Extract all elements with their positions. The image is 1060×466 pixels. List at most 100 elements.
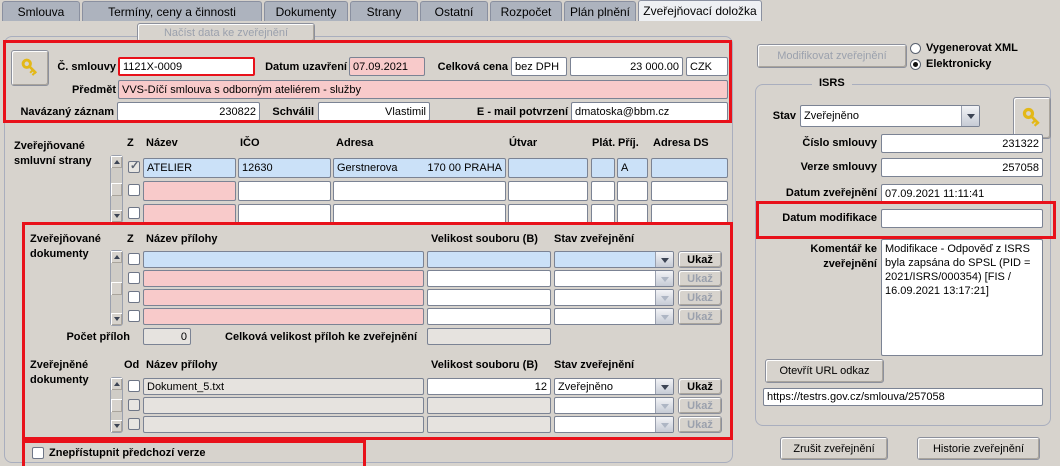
party-plat-field[interactable] xyxy=(591,158,615,178)
publisheddoc-checkbox[interactable] xyxy=(128,380,140,392)
linked-record-field[interactable]: 230822 xyxy=(117,102,260,121)
electronic-radio[interactable] xyxy=(910,59,921,70)
party-ico-field[interactable]: 12630 xyxy=(238,158,331,178)
party-address-field[interactable] xyxy=(333,204,506,224)
email-confirm-field[interactable]: dmatoska@bbm.cz xyxy=(571,102,728,121)
tab-strany[interactable]: Strany xyxy=(350,1,418,21)
isrs-comment-memo[interactable]: Modifikace - Odpověď z ISRS byla zapsána… xyxy=(881,239,1043,356)
pubdoc-checkbox[interactable] xyxy=(128,310,140,322)
chevron-down-icon[interactable] xyxy=(655,379,673,394)
publisheddocs-scrollbar[interactable] xyxy=(110,377,123,433)
party-prij-field[interactable] xyxy=(617,181,648,201)
chevron-down-icon[interactable] xyxy=(655,252,673,267)
party-ico-field[interactable] xyxy=(238,204,331,224)
publisheddoc-name-field[interactable] xyxy=(143,397,424,414)
chevron-down-icon[interactable] xyxy=(961,106,979,126)
modify-publication-button[interactable]: Modifikovat zveřejnění xyxy=(757,44,907,68)
url-field[interactable]: https://testrs.gov.cz/smlouva/257058 xyxy=(763,388,1043,406)
pubdocs-scrollbar[interactable] xyxy=(110,250,123,326)
generate-xml-radio[interactable] xyxy=(910,43,921,54)
scrollbar-thumb[interactable] xyxy=(111,281,122,295)
publisheddoc-show-button[interactable]: Ukaž xyxy=(678,378,722,395)
party-prij-field[interactable] xyxy=(617,204,648,224)
party-adresa-ds-field[interactable] xyxy=(651,204,728,224)
scrollbar-thumb[interactable] xyxy=(111,398,122,412)
pubdoc-show-button[interactable]: Ukaž xyxy=(678,251,722,268)
pubdoc-status-dropdown[interactable] xyxy=(554,251,674,268)
publisheddoc-status-dropdown[interactable]: Zveřejněno xyxy=(554,378,674,395)
hide-previous-versions-checkbox[interactable] xyxy=(32,447,44,459)
triangle-down-icon[interactable] xyxy=(111,210,122,222)
party-plat-field[interactable] xyxy=(591,181,615,201)
party-adresa-ds-field[interactable] xyxy=(651,181,728,201)
party-address-field[interactable] xyxy=(333,181,506,201)
party-utvar-field[interactable] xyxy=(508,158,588,178)
triangle-up-icon[interactable] xyxy=(111,251,122,263)
triangle-down-icon[interactable] xyxy=(111,313,122,325)
contract-number-field[interactable]: 1121X-0009 xyxy=(118,57,255,76)
isrs-unlock-button[interactable] xyxy=(1013,97,1051,139)
isrs-contract-number-field[interactable]: 231322 xyxy=(881,134,1043,153)
tab-rozpocet[interactable]: Rozpočet xyxy=(490,1,562,21)
publisheddoc-name-field[interactable] xyxy=(143,416,424,433)
pubdoc-name-field[interactable] xyxy=(143,251,424,268)
publisheddoc-checkbox[interactable] xyxy=(128,399,140,411)
party-checkbox[interactable] xyxy=(128,207,140,219)
isrs-publish-date-field[interactable]: 07.09.2021 11:11:41 xyxy=(881,184,1043,203)
parties-scrollbar[interactable] xyxy=(110,155,123,223)
party-address-field[interactable]: Gerstnerova 170 00 PRAHA xyxy=(333,158,506,178)
publisheddoc-name-field[interactable]: Dokument_5.txt xyxy=(143,378,424,395)
tab-plan-plneni[interactable]: Plán plnění xyxy=(564,1,636,21)
pubdoc-name-field[interactable] xyxy=(143,289,424,306)
isrs-status-dropdown[interactable]: Zveřejněno xyxy=(800,105,980,127)
isrs-modify-date-field[interactable] xyxy=(881,209,1043,228)
tab-dokumenty[interactable]: Dokumenty xyxy=(264,1,348,21)
pubdoc-size-field[interactable] xyxy=(427,270,551,287)
load-data-button[interactable]: Načíst data ke zveřejnění xyxy=(137,23,315,42)
tab-ostatni[interactable]: Ostatní xyxy=(420,1,488,21)
publisheddoc-size-field[interactable] xyxy=(427,397,551,414)
party-utvar-field[interactable] xyxy=(508,204,588,224)
publisheddoc-checkbox[interactable] xyxy=(128,418,140,430)
pubdoc-name-field[interactable] xyxy=(143,270,424,287)
pubdoc-size-field[interactable] xyxy=(427,289,551,306)
approved-by-field[interactable]: Vlastimil xyxy=(318,102,430,121)
party-plat-field[interactable] xyxy=(591,204,615,224)
scrollbar-thumb[interactable] xyxy=(111,182,122,196)
triangle-up-icon[interactable] xyxy=(111,378,122,390)
email-confirm-label: E - mail potvrzení xyxy=(476,106,568,118)
party-utvar-field[interactable] xyxy=(508,181,588,201)
isrs-contract-version-field[interactable]: 257058 xyxy=(881,158,1043,177)
pubdoc-size-field[interactable] xyxy=(427,308,551,325)
tab-zverejnovaci-dolozka[interactable]: Zveřejňovací doložka xyxy=(638,0,762,21)
publisheddoc-size-field[interactable] xyxy=(427,416,551,433)
party-checkbox[interactable] xyxy=(128,184,140,196)
publisheddoc-status-value xyxy=(555,398,655,413)
pubdoc-name-field[interactable] xyxy=(143,308,424,325)
publisheddoc-size-field[interactable]: 12 xyxy=(427,378,551,395)
party-checkbox[interactable] xyxy=(128,159,140,173)
tab-smlouva[interactable]: Smlouva xyxy=(2,1,80,21)
triangle-up-icon[interactable] xyxy=(111,156,122,168)
vat-mode-field[interactable]: bez DPH xyxy=(511,57,567,76)
tab-terminy-ceny-cinnosti[interactable]: Termíny, ceny a činnosti xyxy=(82,1,262,21)
open-url-button[interactable]: Otevřít URL odkaz xyxy=(765,359,884,383)
triangle-down-icon[interactable] xyxy=(111,420,122,432)
party-prij-field[interactable]: A xyxy=(617,158,648,178)
pubdoc-checkbox[interactable] xyxy=(128,291,140,303)
party-name-field[interactable] xyxy=(143,204,236,224)
party-name-field[interactable]: ATELIER xyxy=(143,158,236,178)
party-ico-field[interactable] xyxy=(238,181,331,201)
pubdoc-size-field[interactable] xyxy=(427,251,551,268)
closing-date-field[interactable]: 07.09.2021 xyxy=(349,57,425,76)
subject-field[interactable]: VVS-Díčí smlouva s odborným ateliérem - … xyxy=(118,80,728,99)
party-name-field[interactable] xyxy=(143,181,236,201)
unlock-button[interactable] xyxy=(11,50,49,86)
pubdoc-checkbox[interactable] xyxy=(128,253,140,265)
party-adresa-ds-field[interactable] xyxy=(651,158,728,178)
total-price-field[interactable]: 23 000.00 xyxy=(570,57,683,76)
pubdoc-checkbox[interactable] xyxy=(128,272,140,284)
currency-field[interactable]: CZK xyxy=(686,57,728,76)
cancel-publication-button[interactable]: Zrušit zveřejnění xyxy=(780,437,888,460)
publication-history-button[interactable]: Historie zveřejnění xyxy=(917,437,1040,460)
